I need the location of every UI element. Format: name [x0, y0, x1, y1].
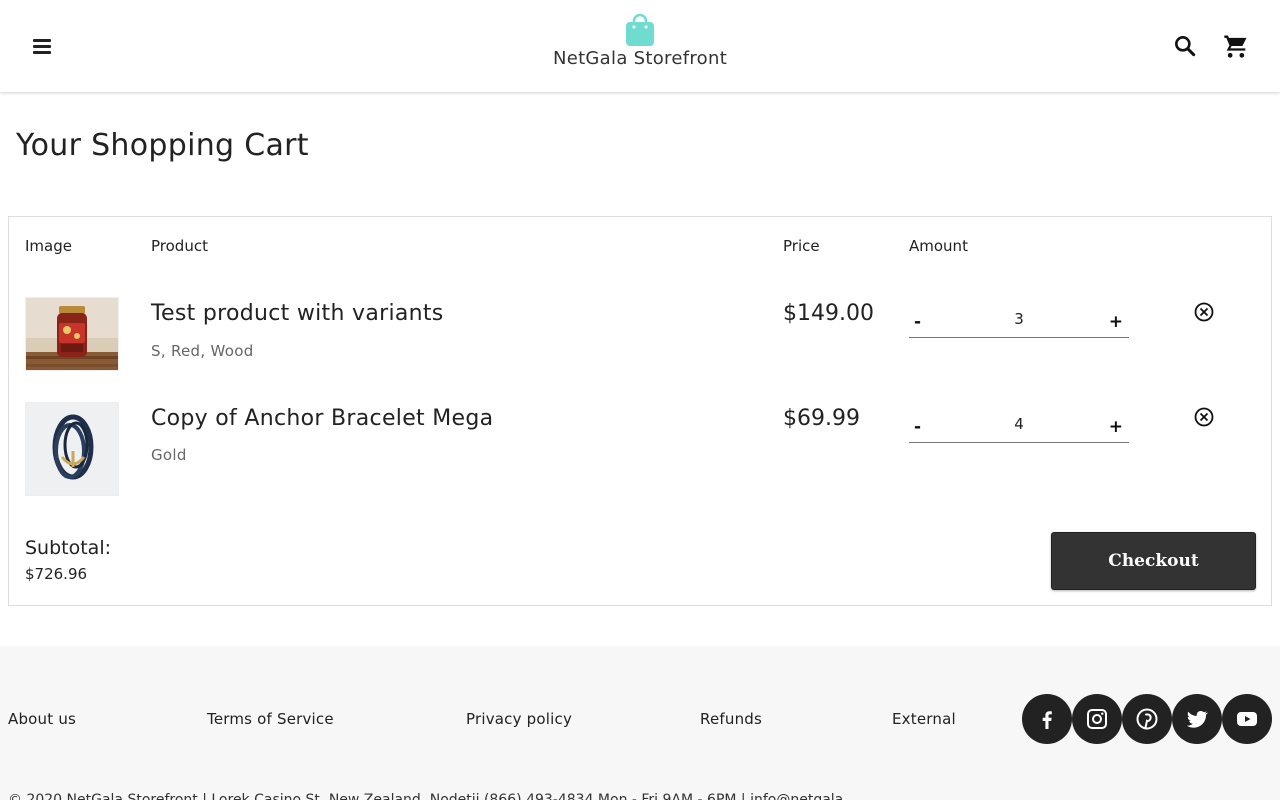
pinterest-icon[interactable]	[1122, 694, 1172, 744]
footer-link-refunds[interactable]: Refunds	[700, 710, 762, 728]
subtotal-label: Subtotal:	[25, 537, 112, 559]
footer-link-privacy-policy[interactable]: Privacy policy	[466, 710, 572, 728]
column-header-image: Image	[25, 237, 72, 255]
facebook-icon[interactable]	[1022, 694, 1072, 744]
cart-table: Image Product Price Amount Test product …	[8, 216, 1272, 606]
column-header-product: Product	[151, 237, 208, 255]
instagram-icon[interactable]	[1072, 694, 1122, 744]
decrease-quantity-button[interactable]: -	[914, 312, 921, 332]
cart-row: Test product with variants S, Red, Wood …	[9, 297, 1271, 397]
brand-name: NetGala Storefront	[552, 48, 728, 69]
subtotal-value: $726.96	[25, 565, 88, 583]
column-header-amount: Amount	[909, 237, 968, 255]
cart-item-price: $69.99	[783, 406, 860, 431]
jar-product-image[interactable]	[25, 297, 119, 371]
quantity-stepper: - 3 +	[909, 308, 1129, 338]
hamburger-menu-icon[interactable]	[30, 34, 54, 58]
column-header-price: Price	[783, 237, 820, 255]
cart-item-name[interactable]: Test product with variants	[151, 301, 444, 326]
search-icon[interactable]	[1172, 33, 1198, 59]
site-footer: About us Terms of Service Privacy policy…	[0, 646, 1280, 800]
footer-link-about-us[interactable]: About us	[8, 710, 76, 728]
twitter-icon[interactable]	[1172, 694, 1222, 744]
site-header: NetGala Storefront	[0, 0, 1280, 92]
quantity-stepper: - 4 +	[909, 413, 1129, 443]
footer-link-external[interactable]: External	[892, 710, 956, 728]
footer-copyright: © 2020 NetGala Storefront | Lorek Casino…	[8, 792, 844, 800]
bracelet-product-image[interactable]	[25, 402, 119, 496]
shopping-cart-icon[interactable]	[1222, 32, 1250, 60]
quantity-input[interactable]: 3	[979, 310, 1059, 328]
cart-row: Copy of Anchor Bracelet Mega Gold $69.99…	[9, 402, 1271, 502]
cart-item-variant: Gold	[151, 446, 187, 464]
remove-item-icon[interactable]	[1193, 301, 1215, 323]
increase-quantity-button[interactable]: +	[1109, 312, 1123, 332]
footer-link-terms-of-service[interactable]: Terms of Service	[207, 710, 334, 728]
cart-item-price: $149.00	[783, 301, 874, 326]
checkout-button[interactable]: Checkout	[1051, 532, 1256, 590]
cart-item-variant: S, Red, Wood	[151, 342, 254, 360]
shopping-bag-icon	[626, 13, 654, 46]
increase-quantity-button[interactable]: +	[1109, 417, 1123, 437]
page-title: Your Shopping Cart	[16, 128, 309, 163]
quantity-input[interactable]: 4	[979, 415, 1059, 433]
brand-logo-link[interactable]: NetGala Storefront	[540, 12, 740, 70]
cart-item-name[interactable]: Copy of Anchor Bracelet Mega	[151, 406, 493, 431]
remove-item-icon[interactable]	[1193, 406, 1215, 428]
youtube-icon[interactable]	[1222, 694, 1272, 744]
decrease-quantity-button[interactable]: -	[914, 417, 921, 437]
